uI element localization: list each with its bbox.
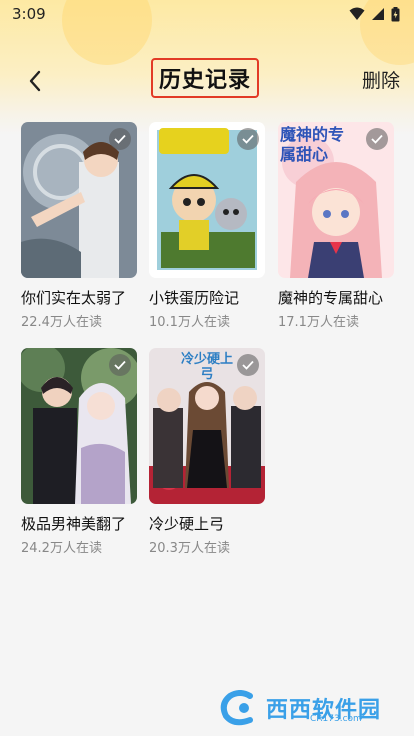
comic-card[interactable]: 冷少硬上弓 冷少硬上弓 20.3万人在读 <box>149 348 265 556</box>
comic-cover: 魔神的专属甜心 <box>278 122 394 278</box>
wifi-icon <box>349 7 365 20</box>
check-icon[interactable] <box>109 354 131 376</box>
delete-button[interactable]: 删除 <box>362 66 400 93</box>
watermark-c-icon <box>220 690 253 726</box>
watermark-site: CR173.com <box>310 714 362 724</box>
comic-title: 魔神的专属甜心 <box>278 289 384 307</box>
watermark-logo: 西西软件园 CR173.com <box>218 690 394 726</box>
comic-card[interactable]: 极品男神美翻了 24.2万人在读 <box>21 348 137 556</box>
check-icon[interactable] <box>109 128 131 150</box>
comic-title: 极品男神美翻了 <box>21 515 127 533</box>
comic-card[interactable]: 魔神的专属甜心 魔神的专属甜心 17.1万人在读 <box>278 122 394 330</box>
reader-count: 10.1万人在读 <box>149 315 230 330</box>
comic-title: 你们实在太弱了 <box>21 289 127 307</box>
status-time: 3:09 <box>12 5 46 23</box>
cover-title-text: 魔神的专属甜心 <box>280 127 345 164</box>
check-icon[interactable] <box>237 354 259 376</box>
comic-title: 小铁蛋历险记 <box>149 289 240 307</box>
comic-cover <box>149 122 265 278</box>
check-icon[interactable] <box>366 128 388 150</box>
reader-count: 24.2万人在读 <box>21 541 102 556</box>
comic-card[interactable]: 你们实在太弱了 22.4万人在读 <box>21 122 137 330</box>
check-icon[interactable] <box>237 128 259 150</box>
reader-count: 17.1万人在读 <box>278 315 359 330</box>
signal-icon <box>372 8 384 20</box>
comic-cover: 冷少硬上弓 <box>149 348 265 504</box>
reader-count: 20.3万人在读 <box>149 541 230 556</box>
comic-cover <box>21 122 137 278</box>
back-button[interactable] <box>18 64 52 98</box>
comic-cover <box>21 348 137 504</box>
status-bar: 3:09 <box>0 0 414 28</box>
reader-count: 22.4万人在读 <box>21 315 102 330</box>
comic-title: 冷少硬上弓 <box>149 515 225 533</box>
page-title: 历史记录 <box>151 58 259 98</box>
back-arrow-icon <box>29 70 41 92</box>
nav-bar: 历史记录 删除 <box>0 56 414 104</box>
status-icons <box>349 6 400 22</box>
battery-icon <box>391 6 400 21</box>
comic-card[interactable]: 小铁蛋历险记 10.1万人在读 <box>149 122 265 330</box>
cover-title-text: 冷少硬上弓 <box>180 352 233 382</box>
